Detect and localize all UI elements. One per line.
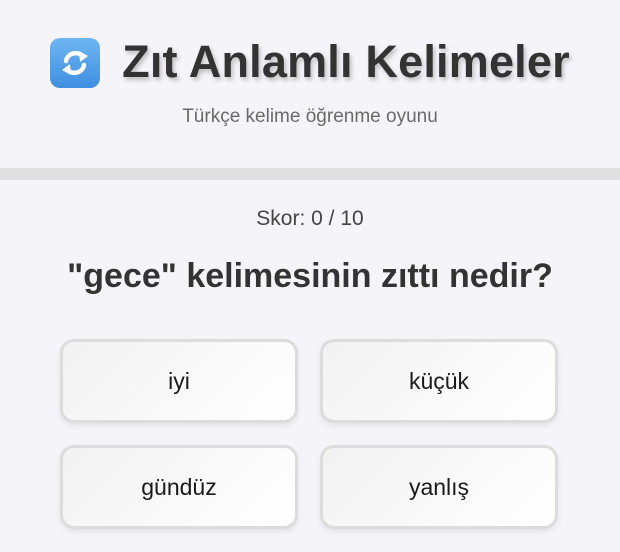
answer-option-button[interactable]: yanlış — [320, 445, 558, 529]
answer-options: iyi küçük gündüz yanlış — [60, 339, 560, 529]
question-text: "gece" kelimesinin zıttı nedir? — [67, 257, 553, 295]
answer-option-button[interactable]: küçük — [320, 339, 558, 423]
answer-option-button[interactable]: iyi — [60, 339, 298, 423]
app-subtitle: Türkçe kelime öğrenme oyunu — [182, 106, 438, 127]
title-row: Zıt Anlamlı Kelimeler — [0, 34, 620, 90]
header-divider — [0, 168, 620, 180]
answer-option-button[interactable]: gündüz — [60, 445, 298, 529]
score-display: Skor: 0 / 10 — [256, 207, 364, 230]
app-title: Zıt Anlamlı Kelimeler — [122, 36, 570, 87]
refresh-arrows-icon — [50, 38, 101, 88]
header: Zıt Anlamlı Kelimeler Türkçe kelime öğre… — [0, 0, 620, 168]
